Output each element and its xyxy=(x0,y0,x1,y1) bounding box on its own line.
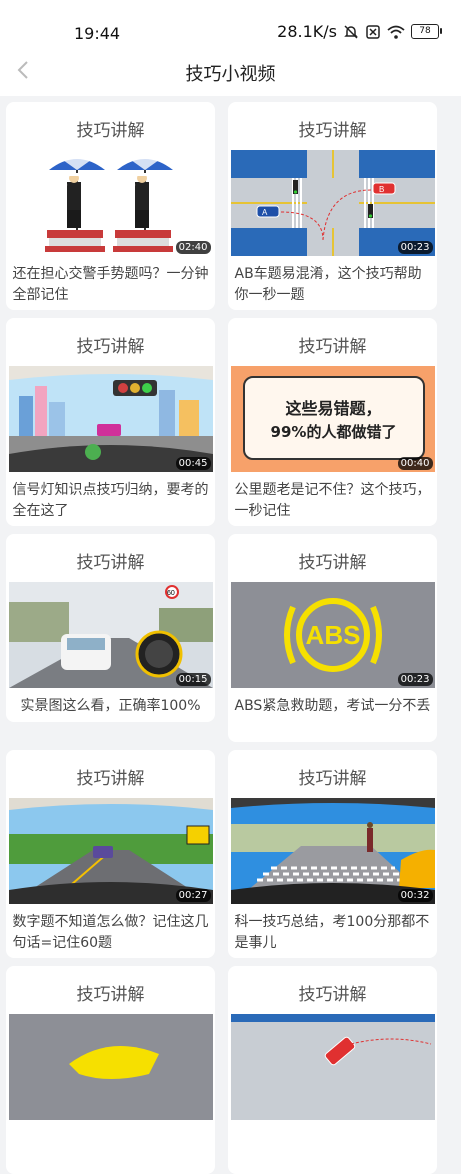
video-duration: 00:23 xyxy=(397,241,433,254)
video-caption: AB车题易混淆，这个技巧帮助你一秒一题 xyxy=(234,266,422,303)
video-caption: 数字题不知道怎么做？记住这几句话=记住60题 xyxy=(12,914,209,951)
card-title: 技巧讲解 xyxy=(76,553,145,573)
nav-bar: 技巧小视频 xyxy=(0,48,461,96)
video-card[interactable]: 技巧讲解 这些易错题， 99%的人都做错了 00:40 公里题老是记不住？这个技… xyxy=(228,318,437,526)
video-duration: 00:23 xyxy=(397,673,433,686)
video-duration: 00:40 xyxy=(397,457,433,470)
speed-sign-text: 60 xyxy=(167,590,175,597)
video-thumbnail[interactable]: 00:45 xyxy=(8,366,213,472)
thumbnail-text: 99%的人都做错了 xyxy=(270,422,397,441)
video-duration: 02:40 xyxy=(175,241,211,254)
battery-icon: 78 xyxy=(411,24,442,39)
video-card[interactable]: 技巧讲解 xyxy=(6,102,215,310)
video-card[interactable]: 技巧讲解 xyxy=(228,966,437,1174)
thumbnail-board: 这些易错题， 99%的人都做错了 xyxy=(242,376,425,460)
no-sim-icon xyxy=(366,24,380,39)
page-title: 技巧小视频 xyxy=(185,64,276,85)
video-thumbnail[interactable] xyxy=(230,1014,435,1120)
status-time: 19:44 xyxy=(74,24,121,43)
video-duration: 00:15 xyxy=(175,673,211,686)
video-duration: 00:32 xyxy=(397,889,433,902)
warning-light-image xyxy=(8,1014,213,1120)
card-title: 技巧讲解 xyxy=(298,769,367,789)
status-icons: 28.1K/s 78 xyxy=(277,22,442,41)
wifi-icon xyxy=(387,25,405,39)
video-thumbnail[interactable]: 00:27 xyxy=(8,798,213,904)
video-thumbnail[interactable]: A B 00:23 xyxy=(230,150,435,256)
video-card[interactable]: 技巧讲解 60 00:15 实景图这么看，正确率100% xyxy=(6,534,215,722)
card-title: 技巧讲解 xyxy=(76,769,145,789)
video-thumbnail[interactable]: ABS 00:23 xyxy=(230,582,435,688)
card-title: 技巧讲解 xyxy=(298,985,367,1005)
video-grid: 技巧讲解 02:40 还在担心交警手势题吗？一分钟全部记住 技巧讲解 A B 0… xyxy=(6,102,439,1174)
card-title: 技巧讲解 xyxy=(298,337,367,357)
video-duration: 00:27 xyxy=(175,889,211,902)
video-caption: 科一技巧总结，考100分那都不是事儿 xyxy=(234,914,430,951)
video-thumbnail[interactable]: 00:32 xyxy=(230,798,435,904)
video-duration: 00:45 xyxy=(175,457,211,470)
card-title: 技巧讲解 xyxy=(76,337,145,357)
video-thumbnail[interactable] xyxy=(8,1014,213,1120)
video-card[interactable]: 技巧讲解 00:32 科一技巧总结，考100分那都不是事儿 xyxy=(228,750,437,958)
video-caption: 还在担心交警手势题吗？一分钟全部记住 xyxy=(12,266,209,303)
network-speed: 28.1K/s xyxy=(277,22,337,41)
video-thumbnail[interactable]: 02:40 xyxy=(8,150,213,256)
mute-bell-icon xyxy=(344,24,358,39)
video-caption: 信号灯知识点技巧归纳，要考的全在这了 xyxy=(12,482,209,519)
video-thumbnail[interactable]: 这些易错题， 99%的人都做错了 00:40 xyxy=(230,366,435,472)
card-title: 技巧讲解 xyxy=(298,553,367,573)
video-caption: 公里题老是记不住？这个技巧，一秒记住 xyxy=(234,482,431,519)
thumbnail-text: 这些易错题， xyxy=(285,398,382,418)
video-card[interactable]: 技巧讲解 ABS 00:23 ABS紧急救助题，考试一分不丢 xyxy=(228,534,437,742)
video-card[interactable]: 技巧讲解 xyxy=(6,966,215,1174)
card-title: 技巧讲解 xyxy=(76,121,145,141)
abs-text: ABS xyxy=(305,620,360,650)
video-card[interactable]: 技巧讲解 A B 00:23 AB车题易混淆，这个技巧帮助你一秒一题 xyxy=(228,102,437,310)
video-card[interactable]: 技巧讲解 00:45 信号灯知识点技巧归纳，要考的全在这了 xyxy=(6,318,215,526)
video-caption: 实景图这么看，正确率100% xyxy=(20,698,201,714)
video-thumbnail[interactable]: 60 00:15 xyxy=(8,582,213,688)
card-title: 技巧讲解 xyxy=(298,121,367,141)
svg-text:A: A xyxy=(262,208,268,217)
video-card[interactable]: 技巧讲解 00:27 数字题不知道怎么做？记住这几句话=记住60题 xyxy=(6,750,215,958)
svg-text:B: B xyxy=(379,185,384,194)
video-caption: ABS紧急救助题，考试一分不丢 xyxy=(234,698,431,714)
card-title: 技巧讲解 xyxy=(76,985,145,1005)
intersection-image xyxy=(230,1014,435,1120)
